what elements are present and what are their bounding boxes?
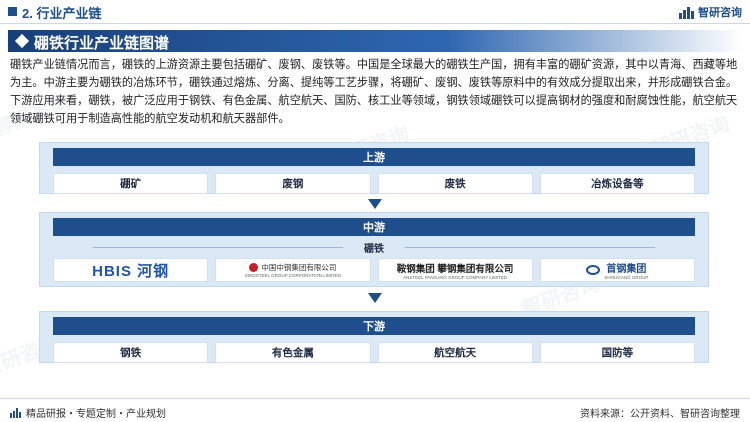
brand: 智研咨询 [679, 4, 742, 20]
brand-logo-icon [679, 6, 694, 19]
footer-logo-icon [10, 407, 22, 418]
diamond-icon [14, 33, 30, 49]
sinosteel-emblem-icon [249, 263, 259, 272]
section-marker-icon [8, 7, 17, 16]
midstream-sub-label: 硼铁 [358, 239, 390, 255]
company-logo-sinosteel: 中国中钢集团有限公司 SINOSTEEL GROUP CORPORATION L… [215, 258, 371, 282]
company-subname: ANSTEEL PANGANG GROUP COMPANY LIMITED [403, 274, 508, 280]
upstream-header: 上游 [53, 148, 695, 166]
upstream-item: 硼矿 [53, 173, 209, 194]
description-paragraph: 硼铁产业链情况而言，硼铁的上游资源主要包括硼矿、废钢、废铁等。中国是全球最大的硼… [10, 59, 738, 125]
section-title: 2. 行业产业链 [22, 6, 102, 21]
company-name: 中国中钢集团有限公司 [261, 263, 337, 272]
company-logo-shougang: 首钢集团 SHOUGANG GROUP [539, 258, 695, 282]
upstream-item: 冶炼设备等 [539, 173, 695, 194]
downstream-panel: 下游 钢铁 有色金属 航空航天 国防等 [39, 311, 709, 363]
page-title: 硼铁行业产业链图谱 [34, 35, 170, 52]
downstream-item: 航空航天 [377, 342, 533, 363]
company-name: 鞍钢集团 攀钢集团有限公司 [396, 263, 514, 275]
upstream-item: 废铁 [377, 173, 533, 194]
midstream-panel: 中游 硼铁 HBIS 河钢 中国中钢集团有限公司 SINOSTEEL GROUP… [39, 212, 709, 287]
top-bar: 2. 行业产业链 智研咨询 [0, 0, 750, 24]
brand-name: 智研咨询 [698, 7, 742, 19]
downstream-header: 下游 [53, 317, 695, 335]
shougang-emblem-icon [586, 265, 601, 275]
midstream-sub-label-row: 硼铁 [53, 239, 695, 255]
company-name: HBIS 河钢 [92, 262, 170, 280]
company-logo-ansteel: 鞍钢集团 攀钢集团有限公司 ANSTEEL PANGANG GROUP COMP… [377, 258, 533, 282]
company-name: 首钢集团 [606, 264, 647, 275]
midstream-header: 中游 [53, 218, 695, 236]
flow-arrow-icon [368, 293, 382, 303]
company-subname: SINOSTEEL GROUP CORPORATION LIMITED [244, 273, 341, 278]
upstream-item: 废钢 [215, 173, 371, 194]
footer-slogan: 精品研报・专题定制・产业规划 [26, 409, 166, 420]
downstream-item: 钢铁 [53, 342, 209, 363]
downstream-item: 国防等 [539, 342, 695, 363]
downstream-item: 有色金属 [215, 342, 371, 363]
upstream-panel: 上游 硼矿 废钢 废铁 冶炼设备等 [39, 142, 709, 194]
footer: 精品研报・专题定制・产业规划 资料来源：公开资料、智研咨询整理 [0, 398, 750, 422]
company-logo-hbis: HBIS 河钢 [53, 258, 209, 282]
flow-arrow-icon [368, 199, 382, 209]
company-subname: SHOUGANG GROUP [604, 275, 649, 280]
page-banner: 硼铁行业产业链图谱 [8, 30, 742, 52]
data-source: 资料来源：公开资料、智研咨询整理 [580, 409, 740, 420]
